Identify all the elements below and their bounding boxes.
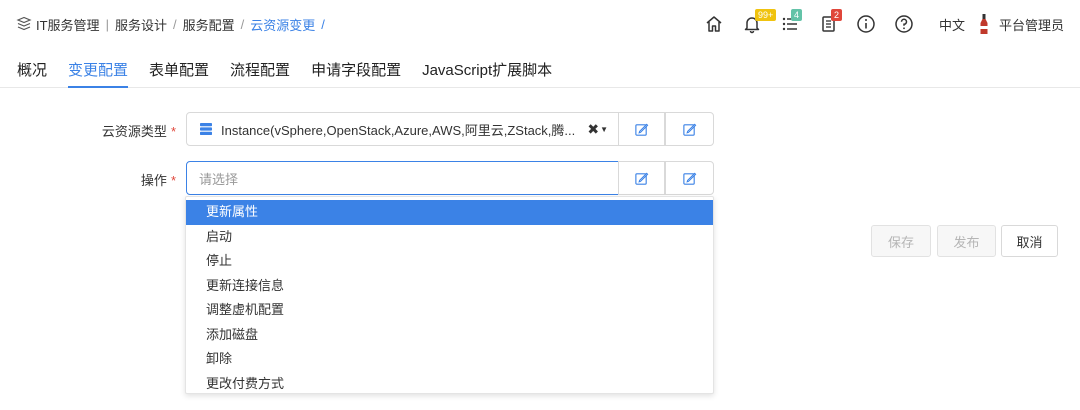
operation-select[interactable]: 请选择: [186, 161, 619, 195]
operation-placeholder: 请选择: [199, 171, 239, 187]
required-mark: *: [170, 124, 176, 139]
top-header: IT服务管理 | 服务设计 / 服务配置 / 云资源变更 / 99+ 4 2 中…: [0, 0, 1080, 48]
breadcrumb-current: 云资源变更: [250, 17, 316, 33]
stack-logo-icon: [16, 16, 32, 31]
documents-badge: 2: [830, 9, 842, 21]
tasks-badge: 4: [790, 9, 802, 21]
resource-type-value: Instance(vSphere,OpenStack,Azure,AWS,阿里云…: [221, 122, 576, 138]
help-button[interactable]: [885, 9, 923, 39]
header-tools: 99+ 4 2 中文 平台管理员: [695, 9, 1064, 39]
option-add-disk[interactable]: 添加磁盘: [186, 323, 713, 348]
required-mark: *: [170, 173, 176, 188]
edit-icon: [683, 172, 697, 185]
tab-flow-config[interactable]: 流程配置: [230, 58, 290, 88]
resource-type-edit-button-2[interactable]: [665, 112, 714, 146]
documents-button[interactable]: 2: [809, 9, 847, 39]
clear-icon[interactable]: ✖: [587, 121, 599, 138]
resource-type-label: 云资源类型 *: [101, 124, 176, 139]
home-button[interactable]: [695, 9, 733, 39]
operation-dropdown: 更新属性 启动 停止 更新连接信息 调整虚机配置 添加磁盘 卸除 更改付费方式: [185, 196, 714, 394]
bottle-avatar-icon: [980, 14, 988, 34]
resource-type-select[interactable]: Instance(vSphere,OpenStack,Azure,AWS,阿里云…: [186, 112, 619, 146]
option-stop[interactable]: 停止: [186, 249, 713, 274]
operation-label: 操作 *: [140, 173, 176, 188]
operation-edit-button-2[interactable]: [665, 161, 714, 195]
breadcrumb-it-service[interactable]: IT服务管理: [36, 15, 100, 34]
option-resize-vm[interactable]: 调整虚机配置: [186, 298, 713, 323]
tab-overview[interactable]: 概况: [17, 58, 47, 88]
info-button[interactable]: [847, 9, 885, 39]
edit-icon: [635, 172, 649, 185]
tab-field-config[interactable]: 申请字段配置: [311, 58, 401, 88]
tab-js-script[interactable]: JavaScript扩展脚本: [422, 58, 552, 88]
option-start[interactable]: 启动: [186, 225, 713, 250]
language-switch[interactable]: 中文: [939, 15, 965, 34]
user-name: 平台管理员: [998, 17, 1064, 33]
cancel-button[interactable]: 取消: [1001, 225, 1058, 257]
help-icon: [895, 15, 913, 33]
notifications-button[interactable]: 99+: [733, 9, 777, 39]
breadcrumb-trailing-sep: /: [321, 16, 325, 32]
publish-button[interactable]: 发布: [937, 225, 996, 257]
option-update-attributes[interactable]: 更新属性: [186, 200, 713, 225]
breadcrumb: IT服务管理 | 服务设计 / 服务配置 / 云资源变更 /: [16, 15, 331, 34]
save-button[interactable]: 保存: [871, 225, 931, 257]
option-update-connection[interactable]: 更新连接信息: [186, 274, 713, 299]
option-change-billing[interactable]: 更改付费方式: [186, 372, 713, 397]
user-menu[interactable]: 平台管理员: [979, 13, 1064, 35]
edit-icon: [635, 123, 649, 136]
info-icon: [857, 15, 875, 33]
breadcrumb-service-config[interactable]: 服务配置: [183, 15, 235, 34]
resource-type-edit-button-1[interactable]: [618, 112, 665, 146]
tab-form-config[interactable]: 表单配置: [149, 58, 209, 88]
tab-change-config[interactable]: 变更配置: [68, 58, 129, 88]
home-icon: [706, 16, 722, 32]
operation-edit-button-1[interactable]: [618, 161, 665, 195]
edit-icon: [683, 123, 697, 136]
breadcrumb-service-design[interactable]: 服务设计: [115, 15, 167, 34]
option-uninstall[interactable]: 卸除: [186, 347, 713, 372]
tasks-button[interactable]: 4: [771, 9, 809, 39]
server-stack-icon: [200, 123, 212, 135]
chevron-down-icon[interactable]: ▼: [600, 125, 608, 134]
tab-bar: 概况 变更配置 表单配置 流程配置 申请字段配置 JavaScript扩展脚本: [0, 58, 1080, 88]
